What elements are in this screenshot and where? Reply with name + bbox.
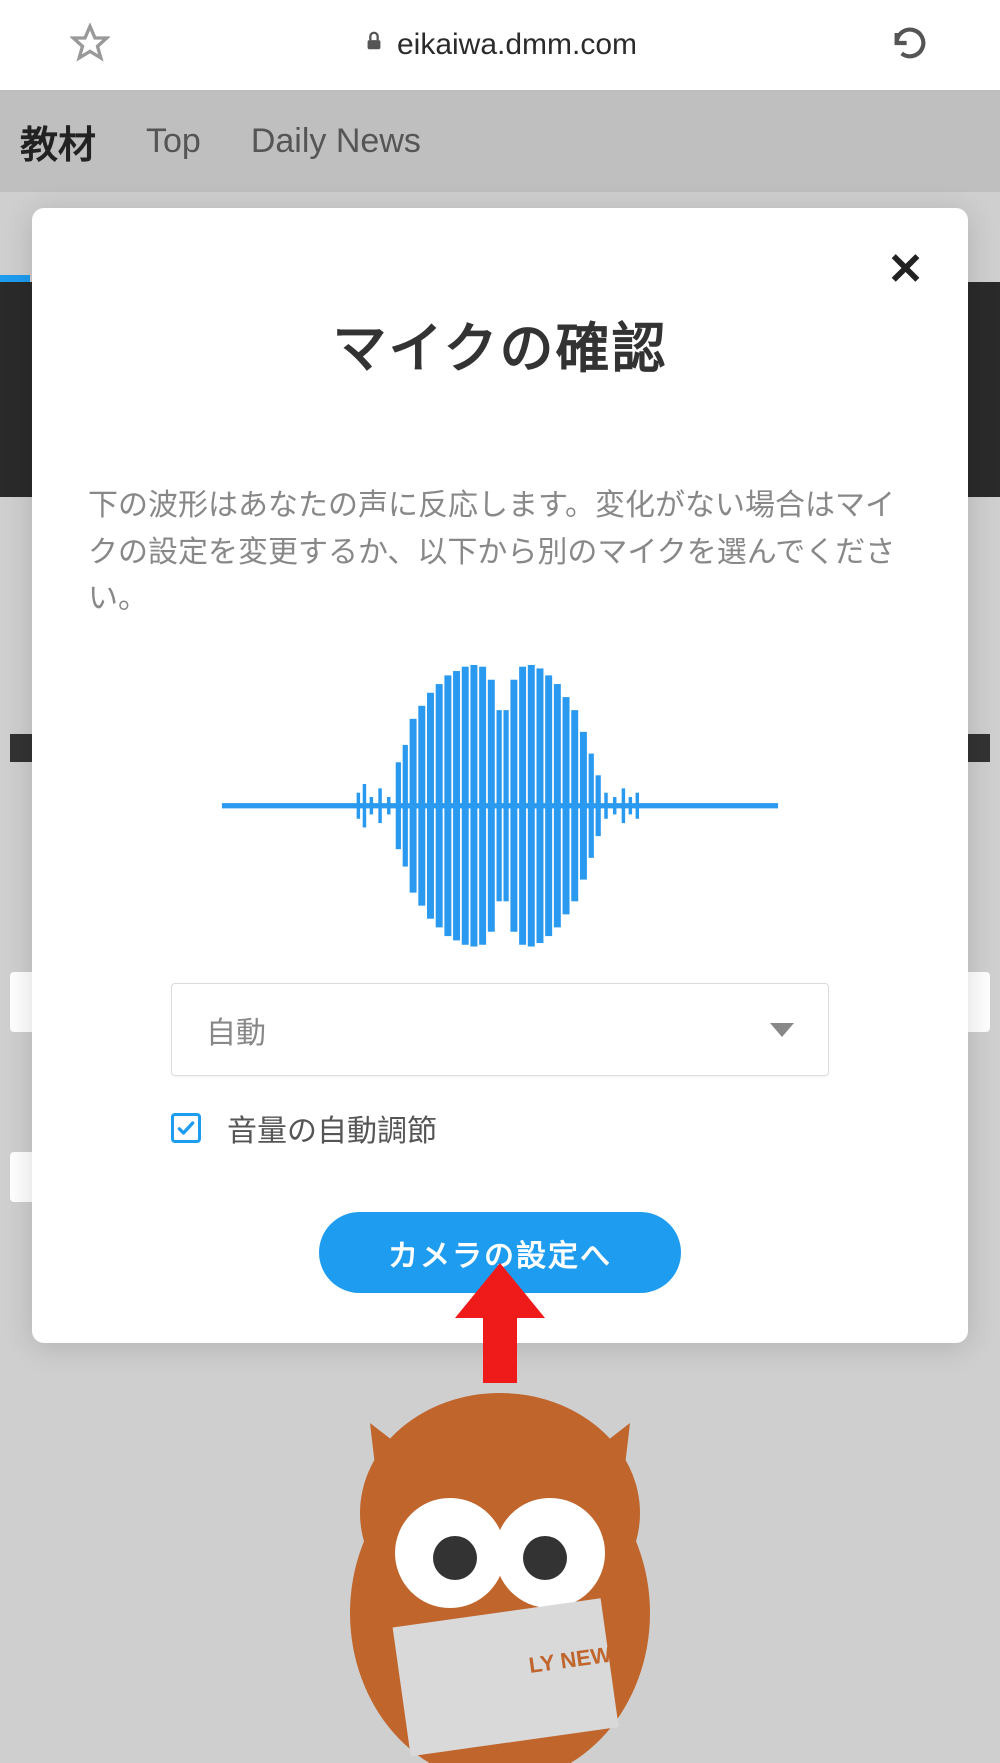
reload-icon[interactable] [890, 23, 930, 68]
owl-mascot-icon: LY NEWS [340, 1353, 660, 1763]
modal-description: 下の波形はあなたの声に反応します。変化がない場合はマイクの設定を変更するか、以下… [84, 483, 916, 623]
modal-title: マイクの確認 [333, 304, 668, 383]
url-text: eikaiwa.dmm.com [397, 28, 637, 62]
mic-select-dropdown[interactable]: 自動 [171, 983, 829, 1076]
lock-icon [363, 28, 385, 62]
chevron-down-icon [770, 1023, 794, 1037]
page-title: 教材 [20, 114, 96, 169]
auto-volume-label: 音量の自動調節 [227, 1106, 437, 1150]
browser-bar: eikaiwa.dmm.com [0, 0, 1000, 90]
annotation-arrow-icon [455, 1263, 545, 1383]
nav-item-daily-news[interactable]: Daily News [251, 122, 421, 161]
close-icon[interactable]: ✕ [887, 248, 924, 292]
auto-volume-checkbox[interactable] [171, 1113, 201, 1143]
page-nav-header: 教材 Top Daily News [0, 90, 1000, 192]
nav-item-top[interactable]: Top [146, 122, 201, 161]
mic-select-value: 自動 [206, 1008, 266, 1052]
favorite-star-icon[interactable] [70, 23, 110, 68]
waveform-icon [180, 658, 820, 953]
auto-volume-row: 音量の自動調節 [171, 1106, 829, 1150]
address-bar[interactable]: eikaiwa.dmm.com [363, 28, 637, 62]
mic-check-modal: ✕ マイクの確認 下の波形はあなたの声に反応します。変化がない場合はマイクの設定… [32, 208, 968, 1343]
